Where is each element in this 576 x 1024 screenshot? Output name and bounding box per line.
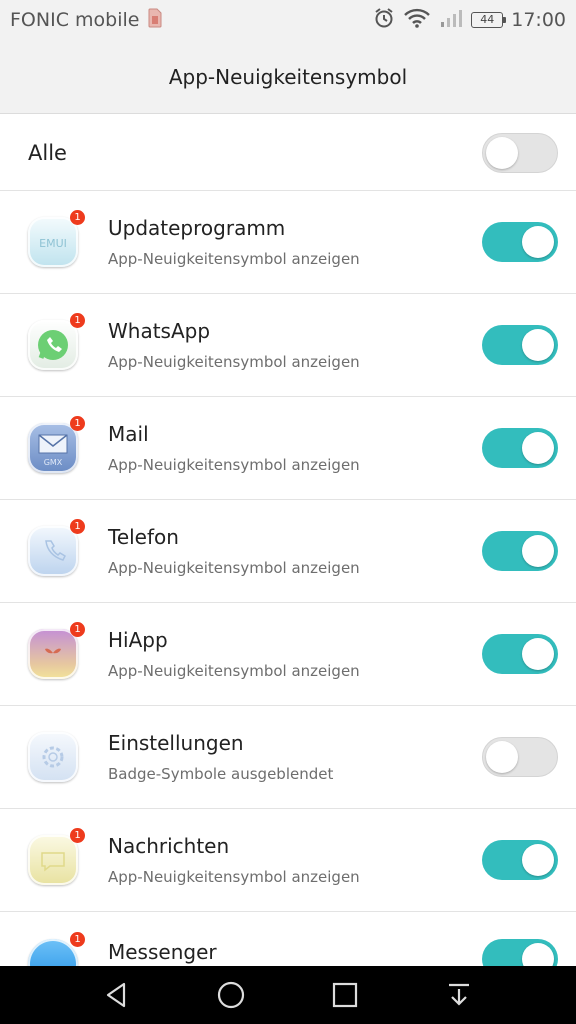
app-badge-status: App-Neuigkeitensymbol anzeigen (108, 559, 360, 577)
hiapp-icon: 1 (28, 622, 85, 679)
mail-icon: GMX 1 (28, 416, 85, 473)
home-button[interactable] (211, 975, 251, 1015)
app-row-mail[interactable]: GMX 1 Mail App-Neuigkeitensymbol anzeige… (0, 397, 576, 500)
toggle-knob (486, 741, 518, 773)
app-name: Telefon (108, 525, 179, 549)
notification-badge: 1 (70, 416, 85, 431)
app-badge-status: App-Neuigkeitensymbol anzeigen (108, 662, 360, 680)
app-badge-status: App-Neuigkeitensymbol anzeigen (108, 250, 360, 268)
gmx-icon-text: GMX (44, 458, 63, 467)
settings-gear-icon (28, 732, 78, 782)
app-row-nachrichten[interactable]: 1 Nachrichten App-Neuigkeitensymbol anze… (0, 809, 576, 912)
battery-icon: 44 (471, 12, 507, 28)
app-name: Updateprogramm (108, 216, 286, 240)
toggle-knob (522, 226, 554, 258)
wifi-icon (403, 7, 431, 34)
app-row-einstellungen[interactable]: Einstellungen Badge-Symbole ausgeblendet (0, 706, 576, 809)
back-triangle-icon (106, 982, 126, 1008)
whatsapp-icon: 1 (28, 313, 85, 370)
notification-badge: 1 (70, 519, 85, 534)
app-badge-status: App-Neuigkeitensymbol anzeigen (108, 353, 360, 371)
app-name: Nachrichten (108, 834, 230, 858)
toggle-knob (522, 432, 554, 464)
recents-square-icon (332, 982, 358, 1008)
app-badge-status: App-Neuigkeitensymbol anzeigen (108, 868, 360, 886)
clock: 17:00 (511, 9, 566, 31)
back-button[interactable] (97, 975, 137, 1015)
hiapp-badge-toggle[interactable] (482, 634, 558, 674)
notification-badge: 1 (70, 622, 85, 637)
title-bar: App-Neuigkeitensymbol (0, 40, 576, 114)
notification-badge: 1 (70, 828, 85, 843)
app-name: Einstellungen (108, 731, 244, 755)
app-name: HiApp (108, 628, 168, 652)
toggle-knob (522, 943, 554, 966)
emui-update-icon: EMUI 1 (28, 210, 85, 267)
app-row-telefon[interactable]: 1 Telefon App-Neuigkeitensymbol anzeigen (0, 500, 576, 603)
navigation-bar (0, 966, 576, 1024)
carrier-name: FONIC mobile (10, 9, 140, 31)
app-badge-list: Alle EMUI 1 Updateprogramm App-Neuigkeit… (0, 115, 576, 966)
page-title: App-Neuigkeitensymbol (168, 64, 408, 89)
app-row-messenger[interactable]: 1 Messenger (0, 912, 576, 966)
recents-button[interactable] (325, 975, 365, 1015)
toggle-knob (522, 844, 554, 876)
app-name: WhatsApp (108, 319, 211, 343)
emui-icon-text: EMUI (39, 237, 67, 250)
app-name: Mail (108, 422, 149, 446)
einstellungen-badge-toggle[interactable] (482, 737, 558, 777)
phone-icon: 1 (28, 519, 85, 576)
all-apps-label: Alle (28, 140, 67, 165)
notification-badge: 1 (70, 210, 85, 225)
sim-icon (147, 8, 163, 33)
alarm-icon (373, 7, 395, 34)
notification-badge: 1 (70, 313, 85, 328)
app-badge-status: Badge-Symbole ausgeblendet (108, 765, 334, 783)
messenger-badge-toggle[interactable] (482, 939, 558, 966)
mail-badge-toggle[interactable] (482, 428, 558, 468)
toggle-knob (486, 136, 518, 169)
telefon-badge-toggle[interactable] (482, 531, 558, 571)
messenger-icon: 1 (28, 932, 85, 966)
nachrichten-badge-toggle[interactable] (482, 840, 558, 880)
all-apps-toggle[interactable] (482, 132, 558, 173)
notification-shade-button[interactable] (439, 975, 479, 1015)
messages-icon: 1 (28, 828, 85, 885)
pull-down-arrow-icon (449, 983, 469, 1006)
app-row-updateprogramm[interactable]: EMUI 1 Updateprogramm App-Neuigkeitensym… (0, 191, 576, 294)
home-circle-icon (217, 981, 245, 1009)
whatsapp-badge-toggle[interactable] (482, 325, 558, 365)
app-row-hiapp[interactable]: 1 HiApp App-Neuigkeitensymbol anzeigen (0, 603, 576, 706)
toggle-knob (522, 329, 554, 361)
toggle-knob (522, 535, 554, 567)
status-bar: FONIC mobile 44 17:00 (0, 0, 576, 40)
app-badge-status: App-Neuigkeitensymbol anzeigen (108, 456, 360, 474)
app-name: Messenger (108, 940, 217, 964)
notification-badge: 1 (70, 932, 85, 947)
signal-icon (439, 8, 463, 33)
all-apps-row[interactable]: Alle (0, 115, 576, 191)
toggle-knob (522, 638, 554, 670)
updateprogramm-badge-toggle[interactable] (482, 222, 558, 262)
app-row-whatsapp[interactable]: 1 WhatsApp App-Neuigkeitensymbol anzeige… (0, 294, 576, 397)
